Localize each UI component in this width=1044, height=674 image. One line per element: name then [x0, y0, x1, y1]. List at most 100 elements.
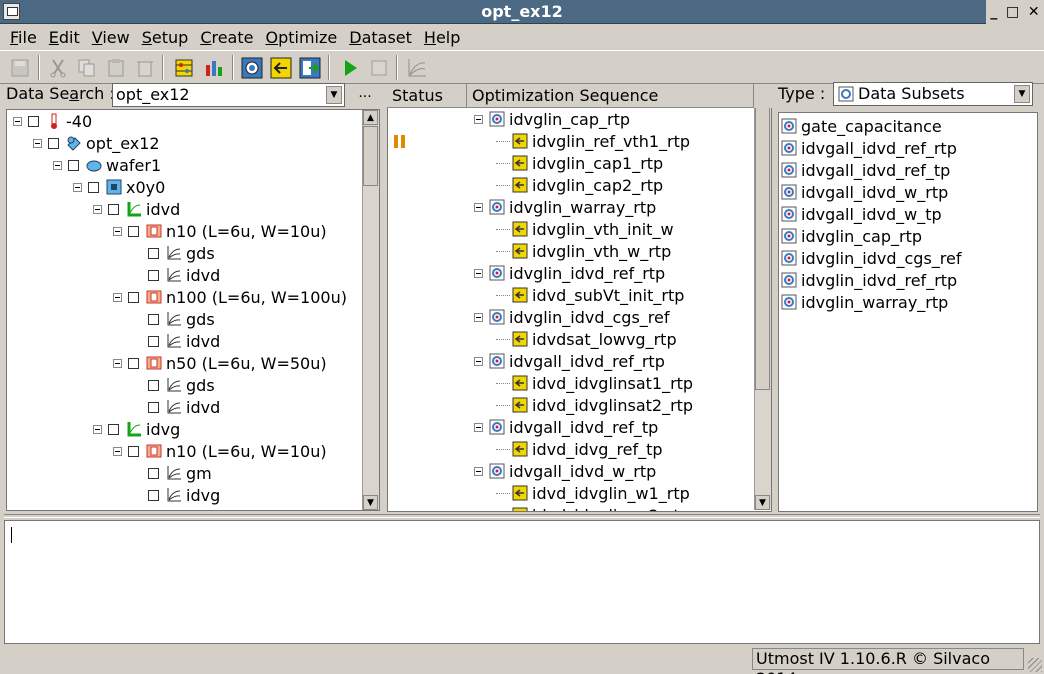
sequence-column-header[interactable]: Optimization Sequence — [467, 84, 754, 108]
target-icon[interactable] — [238, 54, 265, 81]
node-checkbox[interactable] — [68, 159, 79, 171]
collapse-icon[interactable] — [474, 422, 483, 432]
subset-item[interactable]: idvgall_idvd_ref_rtp — [781, 137, 957, 159]
node-checkbox[interactable] — [148, 269, 159, 281]
collapse-icon[interactable] — [474, 356, 483, 366]
menu-dataset[interactable]: Dataset — [343, 28, 418, 47]
tree-node[interactable]: gm — [133, 462, 212, 484]
node-checkbox[interactable] — [148, 467, 159, 479]
tree-node[interactable]: gds — [133, 242, 215, 264]
export-icon[interactable] — [296, 54, 323, 81]
status-column-header[interactable]: Status — [387, 84, 467, 108]
copy-icon[interactable] — [73, 54, 100, 81]
node-checkbox[interactable] — [128, 445, 139, 457]
menu-setup[interactable]: Setup — [136, 28, 195, 47]
scroll-up-icon[interactable]: ▲ — [363, 110, 378, 125]
sequence-step[interactable]: idvglin_cap2_rtp — [496, 174, 663, 196]
node-checkbox[interactable] — [148, 401, 159, 413]
tree-node[interactable]: n50 (L=6u, W=50u) — [113, 352, 327, 374]
tree-node[interactable]: idvd — [133, 330, 220, 352]
chevron-down-icon[interactable]: ▼ — [1014, 85, 1030, 103]
sequence-step[interactable]: idvd_idvglinsat1_rtp — [496, 372, 693, 394]
close-icon[interactable]: ✕ — [1028, 4, 1040, 20]
type-select[interactable]: Data Subsets ▼ — [833, 82, 1033, 106]
maximize-icon[interactable]: □ — [1006, 4, 1019, 20]
dataset-icon[interactable] — [200, 54, 227, 81]
stop-icon[interactable] — [365, 54, 392, 81]
collapse-icon[interactable] — [73, 182, 82, 192]
tree-node[interactable]: opt_ex12 — [33, 132, 160, 154]
panel-splitter[interactable] — [4, 514, 1040, 518]
subset-item[interactable]: idvglin_warray_rtp — [781, 291, 948, 313]
collapse-icon[interactable] — [93, 204, 102, 214]
scroll-down-icon[interactable]: ▼ — [755, 495, 770, 510]
subset-item[interactable]: idvgall_idvd_w_tp — [781, 203, 942, 225]
tree-node[interactable]: wafer1 — [53, 154, 161, 176]
plot-icon[interactable] — [403, 54, 430, 81]
sequence-step[interactable]: idvd_idvglinsat2_rtp — [496, 394, 693, 416]
tree-node[interactable]: idvd — [133, 396, 220, 418]
menu-optimize[interactable]: Optimize — [259, 28, 343, 47]
collapse-icon[interactable] — [113, 446, 122, 456]
collapse-icon[interactable] — [33, 138, 42, 148]
paste-icon[interactable] — [102, 54, 129, 81]
data-search-combobox[interactable]: opt_ex12 ▼ — [112, 83, 345, 107]
menu-view[interactable]: View — [86, 28, 136, 47]
save-icon[interactable] — [6, 54, 33, 81]
run-icon[interactable] — [336, 54, 363, 81]
minimize-icon[interactable]: _ — [990, 4, 997, 20]
sequence-step[interactable]: idvd_idvglin_w1_rtp — [496, 482, 690, 504]
tree-node[interactable]: -40 — [13, 110, 92, 132]
sequence-step[interactable]: idvd_idvg_ref_tp — [496, 438, 663, 460]
back-arrow-icon[interactable] — [267, 54, 294, 81]
sequence-step[interactable]: idvglin_vth_w_rtp — [496, 240, 671, 262]
collapse-icon[interactable] — [474, 202, 483, 212]
node-checkbox[interactable] — [128, 357, 139, 369]
node-checkbox[interactable] — [148, 247, 159, 259]
collapse-icon[interactable] — [474, 268, 483, 278]
node-checkbox[interactable] — [128, 225, 139, 237]
tree-node[interactable]: idvd — [133, 264, 220, 286]
tree-scrollbar[interactable]: ▲ ▼ — [362, 110, 379, 510]
resize-grip[interactable] — [1028, 658, 1042, 672]
node-checkbox[interactable] — [88, 181, 99, 193]
tree-node[interactable]: idvg — [93, 418, 180, 440]
subset-item[interactable]: idvgall_idvd_w_rtp — [781, 181, 948, 203]
node-checkbox[interactable] — [148, 489, 159, 501]
cut-icon[interactable] — [44, 54, 71, 81]
optimizer-setup-icon[interactable] — [170, 54, 197, 81]
scroll-thumb[interactable] — [755, 108, 770, 390]
subset-item[interactable]: idvglin_idvd_ref_rtp — [781, 269, 957, 291]
collapse-icon[interactable] — [53, 160, 62, 170]
menu-create[interactable]: Create — [194, 28, 259, 47]
collapse-icon[interactable] — [474, 312, 483, 322]
sequence-step[interactable]: idvglin_cap1_rtp — [496, 152, 663, 174]
node-checkbox[interactable] — [28, 115, 39, 127]
tree-node[interactable]: idvd — [93, 198, 180, 220]
sequence-group[interactable]: idvgall_idvd_ref_tp — [474, 416, 658, 438]
tree-node[interactable]: x0y0 — [73, 176, 165, 198]
console-output[interactable] — [4, 520, 1040, 644]
node-checkbox[interactable] — [148, 379, 159, 391]
tree-node[interactable]: idvg — [133, 484, 220, 506]
tree-node[interactable]: gds — [133, 374, 215, 396]
node-checkbox[interactable] — [148, 335, 159, 347]
sequence-group[interactable]: idvgall_idvd_w_rtp — [474, 460, 656, 482]
delete-icon[interactable] — [131, 54, 158, 81]
sequence-scrollbar[interactable]: ▲ ▼ — [754, 108, 771, 510]
sequence-step[interactable]: idvdsat_lowvg_rtp — [496, 328, 677, 350]
subset-item[interactable]: gate_capacitance — [781, 115, 942, 137]
node-checkbox[interactable] — [128, 291, 139, 303]
chevron-down-icon[interactable]: ▼ — [326, 86, 342, 104]
sequence-group[interactable]: idvglin_idvd_ref_rtp — [474, 262, 665, 284]
sequence-group[interactable]: idvglin_warray_rtp — [474, 196, 656, 218]
subset-item[interactable]: idvgall_idvd_ref_tp — [781, 159, 950, 181]
subset-item[interactable]: idvglin_idvd_cgs_ref — [781, 247, 961, 269]
scroll-down-icon[interactable]: ▼ — [363, 495, 378, 510]
sequence-step[interactable]: idvglin_vth_init_w — [496, 218, 674, 240]
collapse-icon[interactable] — [474, 466, 483, 476]
menu-edit[interactable]: Edit — [43, 28, 86, 47]
node-checkbox[interactable] — [48, 137, 59, 149]
tree-node[interactable]: n100 (L=6u, W=100u) — [113, 286, 347, 308]
sequence-step[interactable]: idvd_idvglin_w2_rtp — [496, 504, 690, 511]
